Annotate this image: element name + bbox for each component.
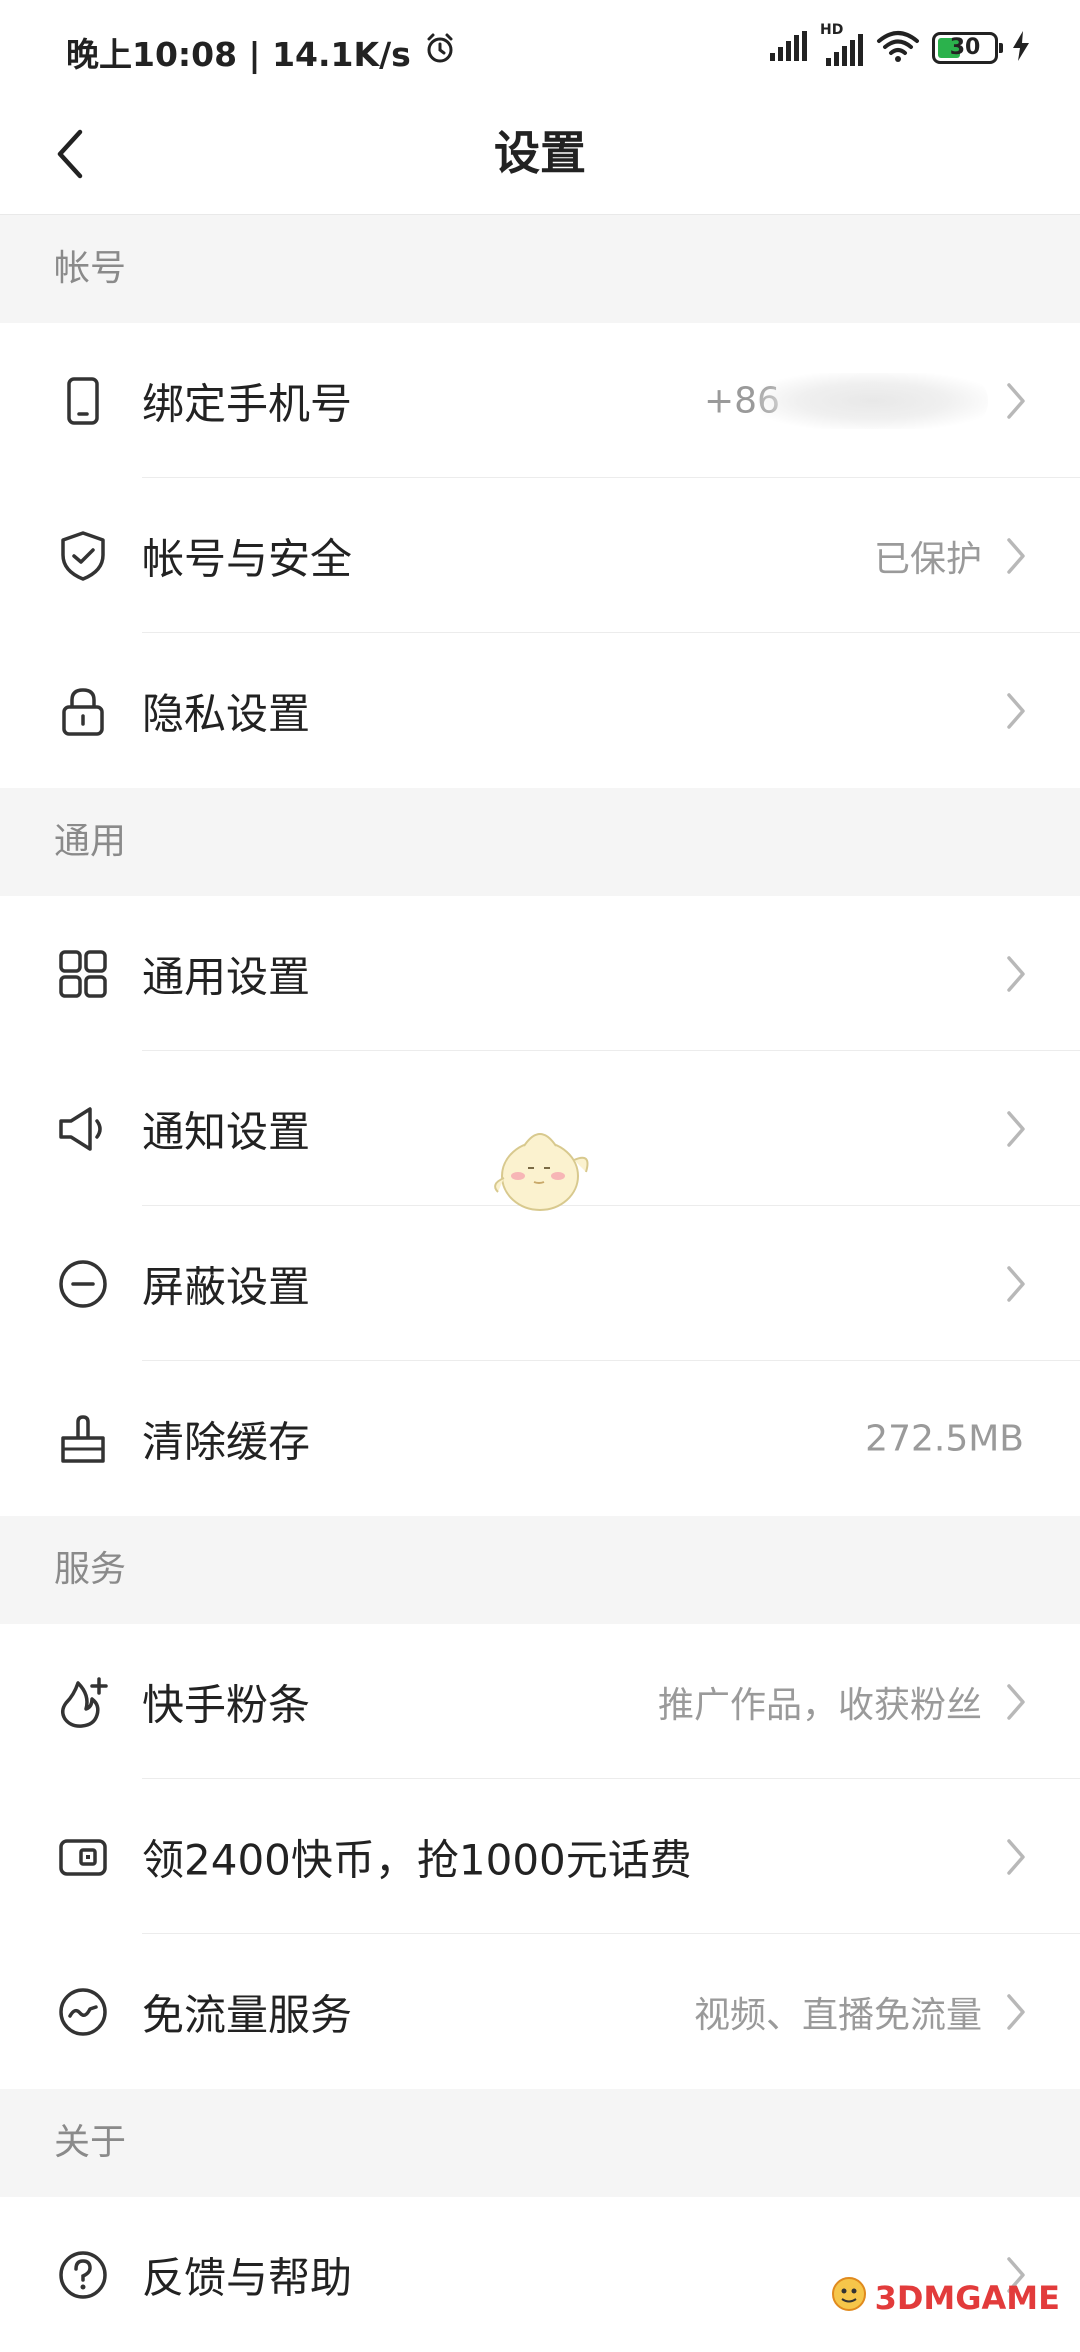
battery-icon: 30 xyxy=(932,32,1003,64)
row-clear-cache[interactable]: 清除缓存 272.5MB xyxy=(0,1361,1080,1516)
chevron-right-icon xyxy=(996,1990,1036,2034)
battery-level: 30 xyxy=(949,35,981,60)
row-label: 免流量服务 xyxy=(142,1990,353,2039)
row-value: 已保护 xyxy=(873,538,982,580)
flame-plus-icon xyxy=(56,1675,110,1729)
row-label: 屏蔽设置 xyxy=(142,1262,311,1311)
title-bar: 设置 xyxy=(0,96,1080,215)
chevron-right-icon xyxy=(996,1262,1036,1306)
row-label: 通知设置 xyxy=(142,1107,311,1156)
section-header-services: 服务 xyxy=(0,1516,1080,1624)
wifi-icon xyxy=(876,29,920,67)
row-free-data-service[interactable]: 免流量服务 视频、直播免流量 xyxy=(0,1934,1080,2089)
grid-icon xyxy=(56,947,110,1001)
chevron-right-icon xyxy=(996,689,1036,733)
chevron-right-icon xyxy=(996,1107,1036,1151)
wave-circle-icon xyxy=(56,1985,110,2039)
cache-size-value: 272.5MB xyxy=(865,1418,1024,1459)
chevron-right-icon xyxy=(996,1835,1036,1879)
chevron-right-icon xyxy=(996,534,1036,578)
row-label: 清除缓存 xyxy=(142,1417,311,1466)
row-label: 绑定手机号 xyxy=(142,379,353,428)
chevron-right-icon xyxy=(996,379,1036,423)
section-title: 服务 xyxy=(54,1549,127,1590)
row-label: 隐私设置 xyxy=(142,689,311,738)
section-header-about: 关于 xyxy=(0,2089,1080,2197)
row-kuaishou-fans[interactable]: 快手粉条 推广作品，收获粉丝 xyxy=(0,1624,1080,1779)
battery-nub xyxy=(999,43,1003,53)
chevron-right-icon xyxy=(996,952,1036,996)
chevron-right-icon xyxy=(996,1680,1036,1724)
row-block-settings[interactable]: 屏蔽设置 xyxy=(0,1206,1080,1361)
section-title: 关于 xyxy=(54,2122,127,2163)
row-value: 推广作品，收获粉丝 xyxy=(657,1684,982,1726)
page-title: 设置 xyxy=(494,126,586,180)
status-time: 晚上10:08 | 14.1K/s xyxy=(66,35,411,74)
row-value: 视频、直播免流量 xyxy=(693,1994,982,2036)
row-label: 领2400快币，抢1000元话费 xyxy=(142,1835,692,1884)
question-circle-icon xyxy=(56,2248,110,2302)
speaker-icon xyxy=(56,1102,110,1156)
watermark-text: 3DMGAME xyxy=(874,2279,1060,2317)
status-right: HD 30 xyxy=(768,22,1032,70)
section-header-account: 帐号 xyxy=(0,215,1080,323)
row-account-security[interactable]: 帐号与安全 已保护 xyxy=(0,478,1080,633)
row-label: 反馈与帮助 xyxy=(142,2253,353,2302)
mascot-watermark xyxy=(488,1118,598,1218)
row-privacy-settings[interactable]: 隐私设置 xyxy=(0,633,1080,788)
broom-icon xyxy=(56,1412,110,1466)
wallet-icon xyxy=(56,1830,110,1884)
row-label: 快手粉条 xyxy=(142,1680,311,1729)
phone-number-mask xyxy=(758,372,988,429)
section-title: 通用 xyxy=(54,821,127,862)
row-label: 帐号与安全 xyxy=(142,534,353,583)
status-bar: 晚上10:08 | 14.1K/s HD 30 xyxy=(0,0,1080,96)
status-left: 晚上10:08 | 14.1K/s xyxy=(66,28,457,76)
row-kuaibi-promo[interactable]: 领2400快币，抢1000元话费 xyxy=(0,1779,1080,1934)
row-label: 通用设置 xyxy=(142,952,311,1001)
shield-check-icon xyxy=(56,529,110,583)
section-title: 帐号 xyxy=(54,248,127,289)
hd-signal-icon: HD xyxy=(820,22,864,68)
site-watermark: 3DMGAME xyxy=(829,2274,1060,2322)
section-header-general: 通用 xyxy=(0,788,1080,896)
row-bind-phone[interactable]: 绑定手机号 +86 xyxy=(0,323,1080,478)
charging-icon xyxy=(1010,29,1032,67)
signal-icon xyxy=(768,29,808,67)
lock-icon xyxy=(56,684,110,738)
alarm-icon xyxy=(423,31,457,73)
phone-icon xyxy=(56,374,110,428)
minus-circle-icon xyxy=(56,1257,110,1311)
watermark-logo-icon xyxy=(829,2274,869,2322)
row-general-settings[interactable]: 通用设置 xyxy=(0,896,1080,1051)
